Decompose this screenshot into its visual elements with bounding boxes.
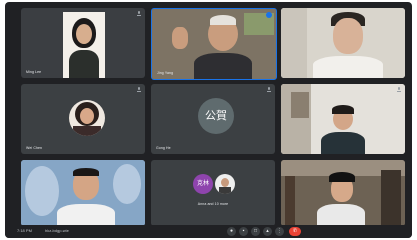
person-photo bbox=[281, 8, 405, 78]
present-button[interactable]: ▴ bbox=[263, 227, 272, 236]
more-options-button[interactable]: ⋮ bbox=[275, 227, 284, 236]
speaking-indicator-icon bbox=[266, 12, 272, 18]
microphone-icon bbox=[397, 87, 401, 92]
avatar: 公賀 bbox=[198, 98, 234, 134]
person-photo bbox=[63, 12, 105, 78]
end-call-icon: ✆ bbox=[292, 228, 298, 234]
person-photo bbox=[281, 84, 405, 154]
person-photo bbox=[281, 160, 405, 226]
captions-icon: □ bbox=[253, 228, 258, 234]
participant-tile-7[interactable] bbox=[21, 160, 145, 226]
participant-group-name: Anna and 10 more bbox=[197, 202, 229, 206]
participant-name: Gong He bbox=[156, 146, 171, 150]
microphone-icon bbox=[267, 87, 271, 92]
person-photo bbox=[152, 9, 276, 79]
avatar: 克林 bbox=[193, 174, 213, 194]
participant-name: Jing Yang bbox=[157, 71, 174, 75]
participant-tile-5[interactable]: 公賀 Gong He bbox=[151, 84, 275, 154]
participant-tile-8[interactable]: 克林 Anna and 10 more bbox=[151, 160, 275, 226]
more-vert-icon: ⋮ bbox=[277, 228, 282, 234]
participant-tile-9[interactable] bbox=[281, 160, 405, 226]
camera-button[interactable]: ▪ bbox=[239, 227, 248, 236]
participant-name: Wei Chen bbox=[26, 146, 43, 150]
meeting-time: 7:18 PM bbox=[17, 228, 32, 233]
leave-call-button[interactable]: ✆ bbox=[289, 227, 301, 236]
meeting-window: Ming Lee Jing Yang Wei Chen 公賀 Gong He 克… bbox=[5, 2, 412, 238]
avatar bbox=[69, 100, 105, 136]
participant-tile-4[interactable]: Wei Chen bbox=[21, 84, 145, 154]
microphone-button[interactable]: ● bbox=[227, 227, 236, 236]
participant-tile-2[interactable]: Jing Yang bbox=[151, 8, 277, 80]
avatar bbox=[215, 174, 235, 194]
participant-tile-6[interactable] bbox=[281, 84, 405, 154]
microphone-icon bbox=[137, 11, 141, 16]
camera-icon: ▪ bbox=[242, 228, 245, 234]
meeting-controls-bar: 7:18 PM hkz-bdgp-wie ● ▪ □ ▴ ⋮ ✆ bbox=[5, 225, 412, 238]
participant-tile-1[interactable]: Ming Lee bbox=[21, 8, 145, 78]
person-photo bbox=[21, 160, 145, 226]
microphone-icon: ● bbox=[229, 228, 234, 234]
participant-name: Ming Lee bbox=[26, 70, 42, 74]
meeting-code: hkz-bdgp-wie bbox=[45, 228, 69, 233]
participant-tile-3[interactable] bbox=[281, 8, 405, 78]
microphone-icon bbox=[137, 87, 141, 92]
captions-button[interactable]: □ bbox=[251, 227, 260, 236]
present-icon: ▴ bbox=[266, 228, 269, 234]
